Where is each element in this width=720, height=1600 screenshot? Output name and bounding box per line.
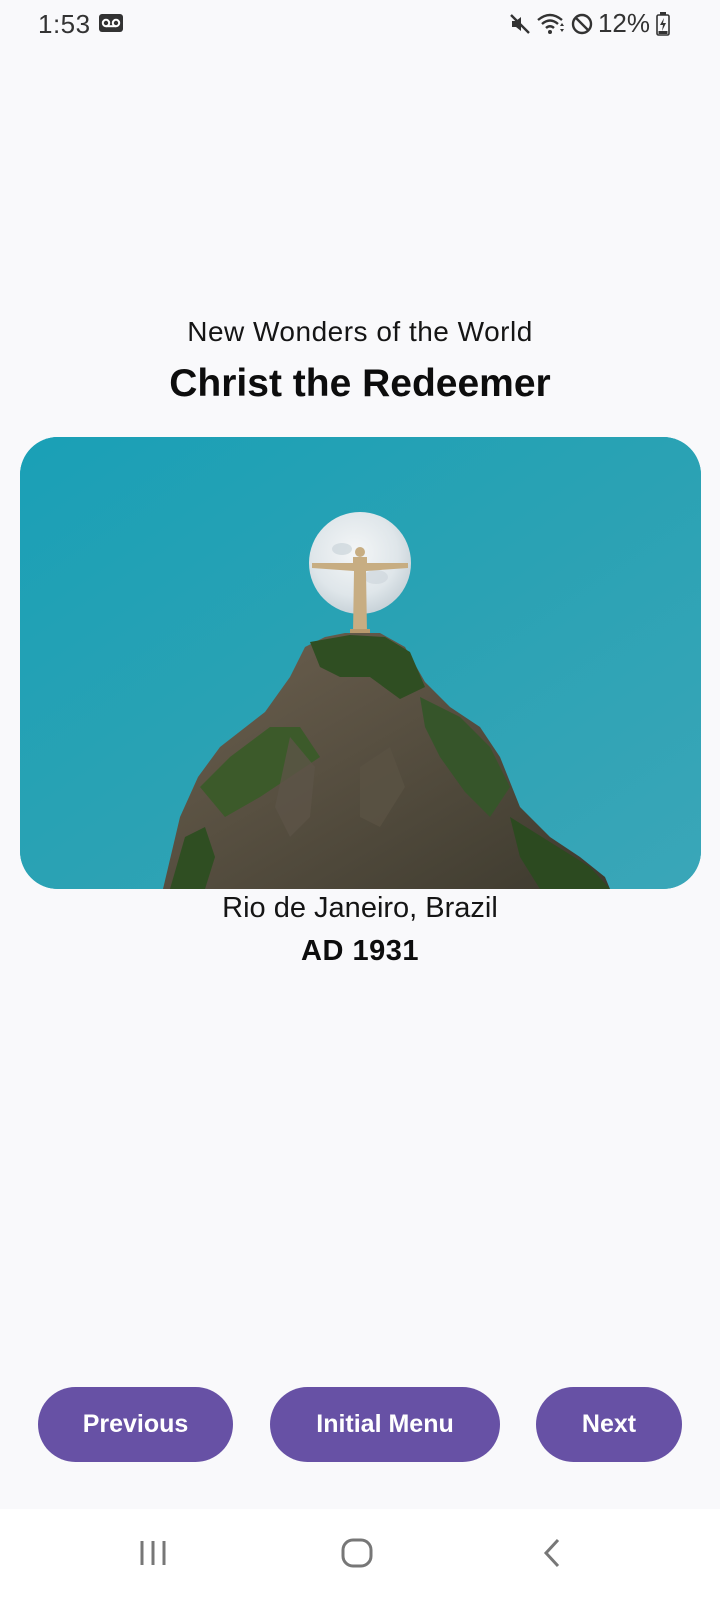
blocked-icon	[571, 13, 593, 34]
wonder-photo	[20, 437, 701, 889]
wonder-location: Rio de Janeiro, Brazil	[222, 892, 498, 924]
status-icons: 12%	[508, 8, 670, 39]
battery-charging-icon	[656, 11, 670, 36]
wifi-icon	[537, 13, 564, 34]
previous-button[interactable]: Previous	[38, 1387, 233, 1462]
voicemail-icon	[99, 14, 123, 32]
page-title: Christ the Redeemer	[169, 362, 551, 405]
next-button[interactable]: Next	[536, 1387, 682, 1462]
home-icon[interactable]	[340, 1537, 374, 1569]
mute-icon	[510, 13, 530, 34]
back-icon[interactable]	[540, 1537, 564, 1569]
system-navigation-bar	[0, 1509, 720, 1600]
recent-apps-icon[interactable]	[138, 1537, 168, 1569]
status-time: 1:53	[38, 9, 91, 39]
wonder-date: AD 1931	[301, 935, 419, 967]
status-bar: 1:53 12%	[0, 0, 720, 46]
initial-menu-button[interactable]: Initial Menu	[270, 1387, 500, 1462]
battery-percent: 12%	[597, 8, 650, 38]
page-subtitle: New Wonders of the World	[187, 316, 533, 347]
